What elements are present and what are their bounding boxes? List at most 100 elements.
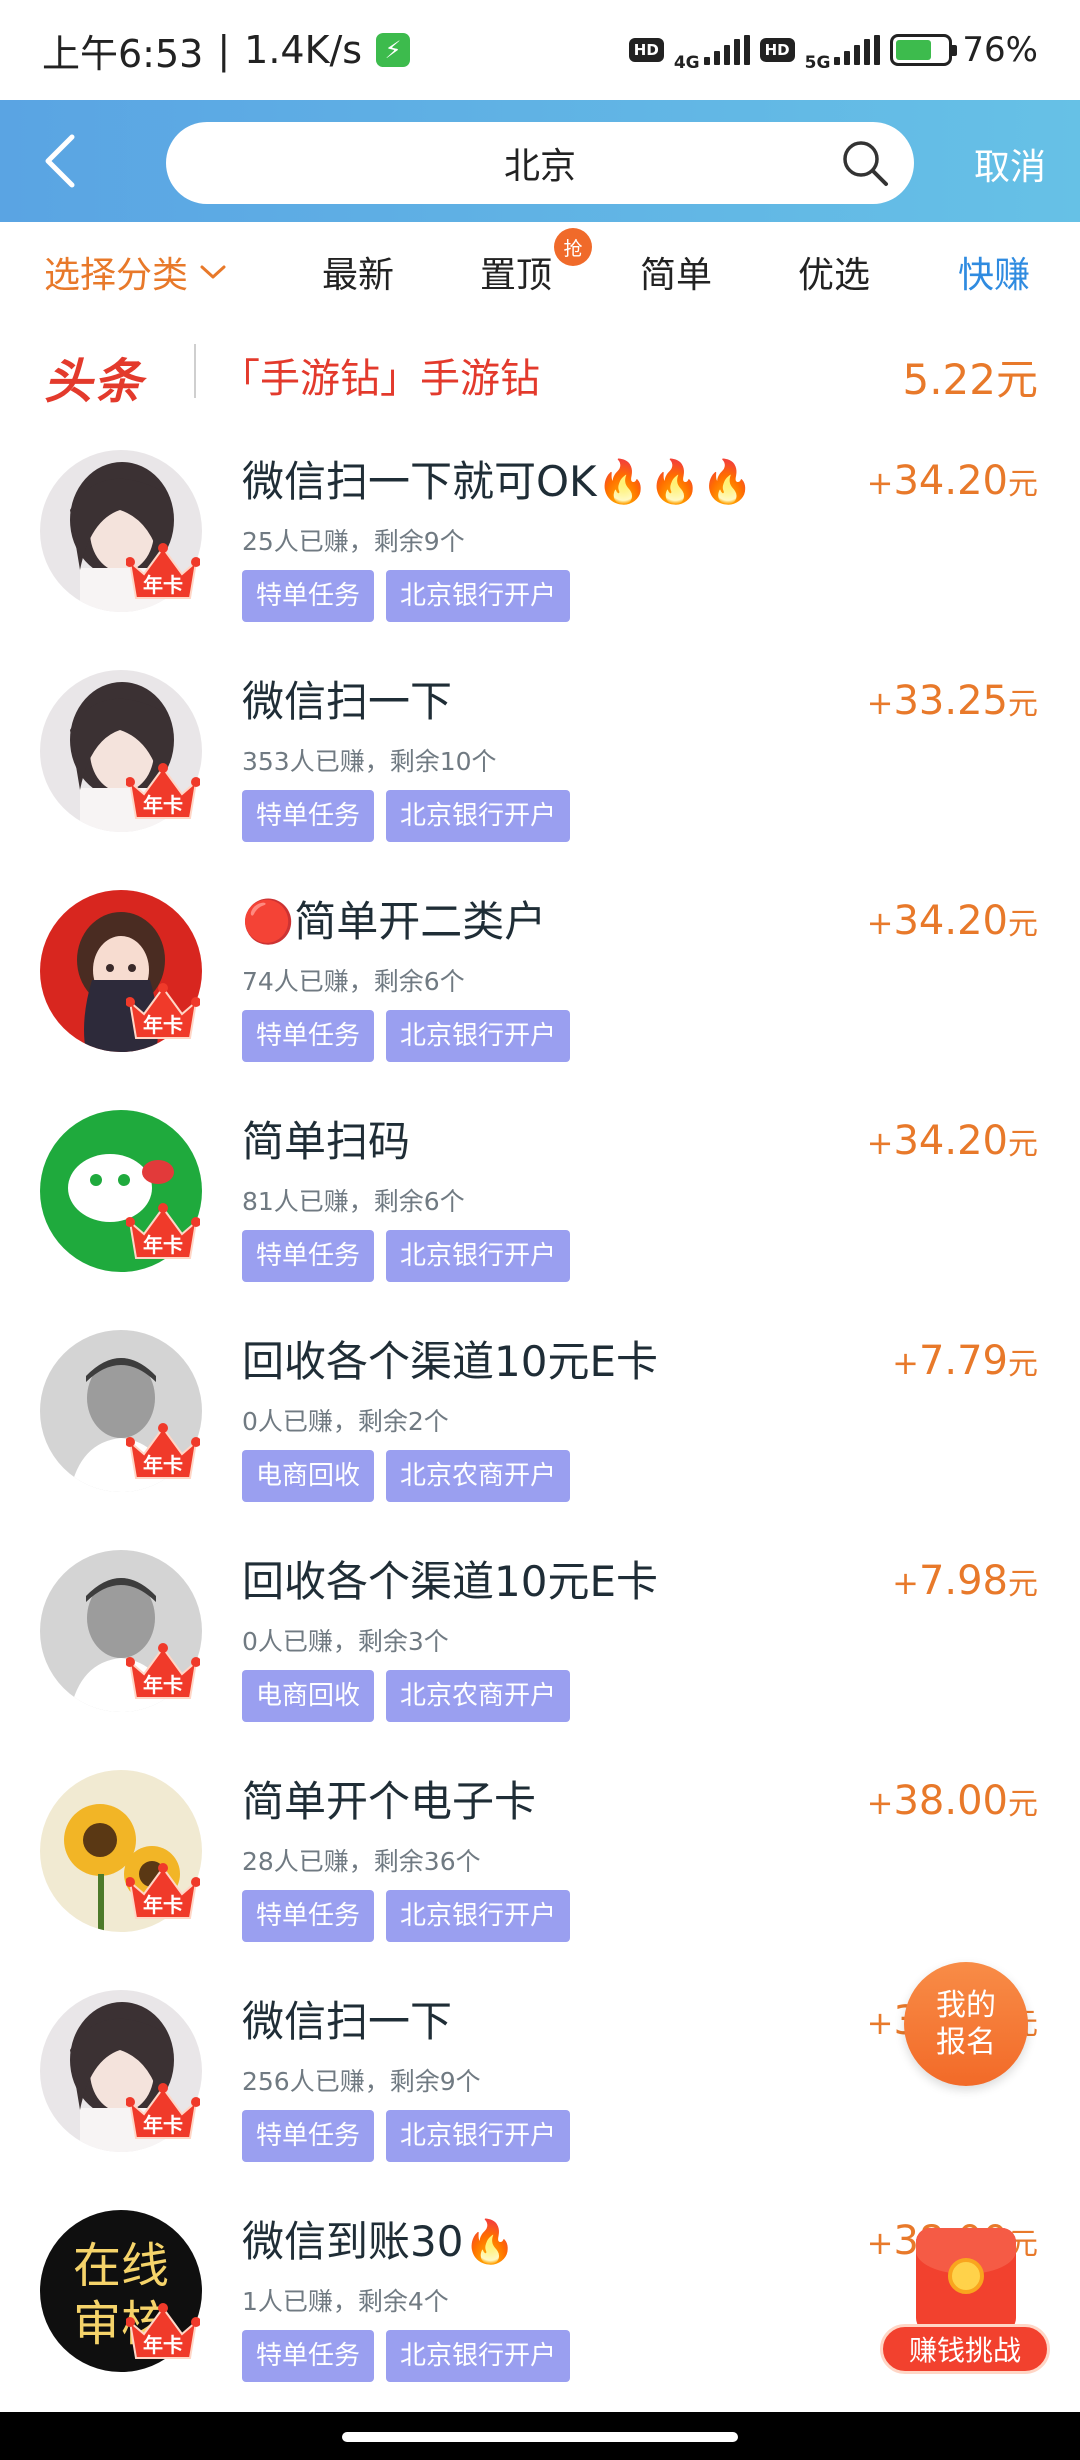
search-input[interactable]: 北京 [166,122,914,204]
search-icon[interactable] [838,136,892,190]
status-speed: 1.4K/s [244,28,363,72]
reward-unit: 元 [1008,907,1038,942]
task-tag[interactable]: 特单任务 [242,570,375,622]
task-stats: 0人已赚，剩余2个 [242,1407,449,1436]
task-tags: 特单任务 北京银行开户 [242,2110,571,2162]
charging-app-icon: ⚡ [376,33,411,67]
task-tag[interactable]: 北京银行开户 [386,1010,571,1062]
home-indicator[interactable] [342,2432,738,2442]
task-item[interactable]: 年卡 微信扫一下就可OK🔥🔥🔥 25人已赚，剩余9个 特单任务 北京银行开户 +34.20… [0,430,1080,650]
task-title: 回收各个渠道10元E卡 [242,1337,658,1386]
task-reward: +7.98元 [892,1558,1038,1604]
task-item[interactable]: 年卡 微信扫一下 353人已赚，剩余10个 特单任务 北京银行开户 +33.25元 [0,650,1080,870]
reward-unit: 元 [1008,1787,1038,1822]
task-stats: 0人已赚，剩余3个 [242,1627,449,1656]
task-tag[interactable]: 北京银行开户 [386,570,571,622]
task-tag[interactable]: 特单任务 [242,1230,375,1282]
signal-icon [703,35,750,65]
search-value: 北京 [503,146,576,187]
task-item[interactable]: 年卡 🔴简单开二类户 74人已赚，剩余6个 特单任务 北京银行开户 +34.20元 [0,870,1080,1090]
headline-text: 「手游钻」手游钻 [220,356,540,402]
reward-amount: 7.98 [918,1558,1008,1604]
task-tag[interactable]: 北京银行开户 [386,1890,571,1942]
search-header: 北京 取消 [0,100,1080,222]
network-label-1: 4G [673,53,700,73]
task-tag[interactable]: 特单任务 [242,1010,375,1062]
tab-latest[interactable]: 最新 [322,246,394,298]
task-tag[interactable]: 北京银行开户 [386,1230,571,1282]
reward-plus: + [866,464,894,502]
annual-card-crown-icon: 年卡 [125,1860,201,1930]
status-separator: | [217,28,231,72]
task-title: 简单开个电子卡 [242,1777,537,1826]
cancel-button[interactable]: 取消 [974,138,1046,190]
task-item[interactable]: 年卡 回收各个渠道10元E卡 0人已赚，剩余3个 电商回收 北京农商开户 +7.98元 [0,1530,1080,1750]
headline-price: 5.22元 [902,355,1038,404]
task-reward: +34.20元 [867,898,1038,944]
back-button[interactable] [0,100,120,222]
task-stats: 28人已赚，剩余36个 [242,1847,481,1876]
annual-card-badge-text: 年卡 [143,1013,183,1037]
reward-unit: 元 [1008,467,1038,502]
task-stats: 81人已赚，剩余6个 [242,1187,465,1216]
tab-select-category-label: 选择分类 [44,255,189,296]
earn-challenge-button[interactable]: 赚钱挑战 [880,2228,1050,2378]
task-tag[interactable]: 特单任务 [242,1890,375,1942]
task-tag[interactable]: 特单任务 [242,790,375,842]
annual-card-crown-icon: 年卡 [125,980,201,1050]
headline-row[interactable]: 头条 「手游钻」手游钻 5.22元 [0,322,1080,422]
tab-featured[interactable]: 优选 [798,246,870,298]
task-tags: 特单任务 北京银行开户 [242,790,571,842]
headline-divider [194,344,196,398]
task-title: 简单扫码 [242,1117,411,1166]
annual-card-badge-text: 年卡 [143,793,183,817]
task-tag[interactable]: 北京农商开户 [386,1450,571,1502]
tab-pinned[interactable]: 置顶 [480,246,552,298]
task-tags: 特单任务 北京银行开户 [242,1010,571,1062]
task-tag[interactable]: 电商回收 [242,1450,375,1502]
task-tags: 特单任务 北京银行开户 [242,1230,571,1282]
reward-unit: 元 [1008,1567,1038,1602]
task-tag[interactable]: 北京银行开户 [386,2330,571,2382]
task-stats: 353人已赚，剩余10个 [242,747,497,776]
task-reward: +34.20元 [867,458,1038,504]
reward-amount: 38.00 [893,1778,1008,1824]
task-tag[interactable]: 特单任务 [242,2330,375,2382]
annual-card-badge-text: 年卡 [143,1673,183,1697]
task-item[interactable]: 年卡 简单扫码 81人已赚，剩余6个特单任务 北京银行开户 +34.20元 [0,1090,1080,1310]
task-tags: 特单任务 北京银行开户 [242,570,571,622]
task-tag[interactable]: 北京银行开户 [386,790,571,842]
task-tags: 电商回收 北京农商开户 [242,1670,571,1722]
reward-plus: + [866,2004,894,2042]
annual-card-crown-icon: 年卡 [125,1420,201,1490]
task-reward: +34.20元 [867,1118,1038,1164]
task-tag[interactable]: 北京银行开户 [386,2110,571,2162]
task-tags: 电商回收 北京农商开户 [242,1450,571,1502]
annual-card-badge-text: 年卡 [143,1453,183,1477]
avatar-text-line-1: 在线 [73,2238,169,2294]
task-tag[interactable]: 电商回收 [242,1670,375,1722]
annual-card-crown-icon: 年卡 [125,1200,201,1270]
chevron-left-icon [45,134,75,188]
annual-card-badge-text: 年卡 [143,2113,183,2137]
task-tag[interactable]: 特单任务 [242,2110,375,2162]
hd-icon: HD [628,38,664,62]
annual-card-crown-icon: 年卡 [125,2080,201,2150]
task-stats: 74人已赚，剩余6个 [242,967,465,996]
task-title: 微信扫一下 [242,1997,453,2046]
tab-quick-earn[interactable]: 快赚 [958,246,1030,298]
task-tag[interactable]: 北京农商开户 [386,1670,571,1722]
reward-unit: 元 [1008,1127,1038,1162]
tab-simple[interactable]: 简单 [640,246,712,298]
signup-line-1: 我的 [936,1987,996,2023]
network-label-2: 5G [804,53,831,73]
my-signup-button[interactable]: 我的 报名 [904,1962,1028,2086]
annual-card-crown-icon: 年卡 [125,2300,201,2370]
annual-card-badge-text: 年卡 [143,2333,183,2357]
status-bar: 上午6:53 | 1.4K/s ⚡ HD 4G HD 5G 76% [0,0,1080,100]
signup-line-2: 报名 [936,2025,996,2060]
task-item[interactable]: 年卡 回收各个渠道10元E卡 0人已赚，剩余2个 电商回收 北京农商开户 +7.79元 [0,1310,1080,1530]
task-title: 微信扫一下就可OK🔥🔥🔥 [242,457,754,506]
tab-select-category[interactable]: 选择分类 [44,246,228,298]
task-item[interactable]: 年卡 简单开个电子卡 28人已赚，剩余36个 特单任务 北京银行开户 +38.00元 [0,1750,1080,1970]
